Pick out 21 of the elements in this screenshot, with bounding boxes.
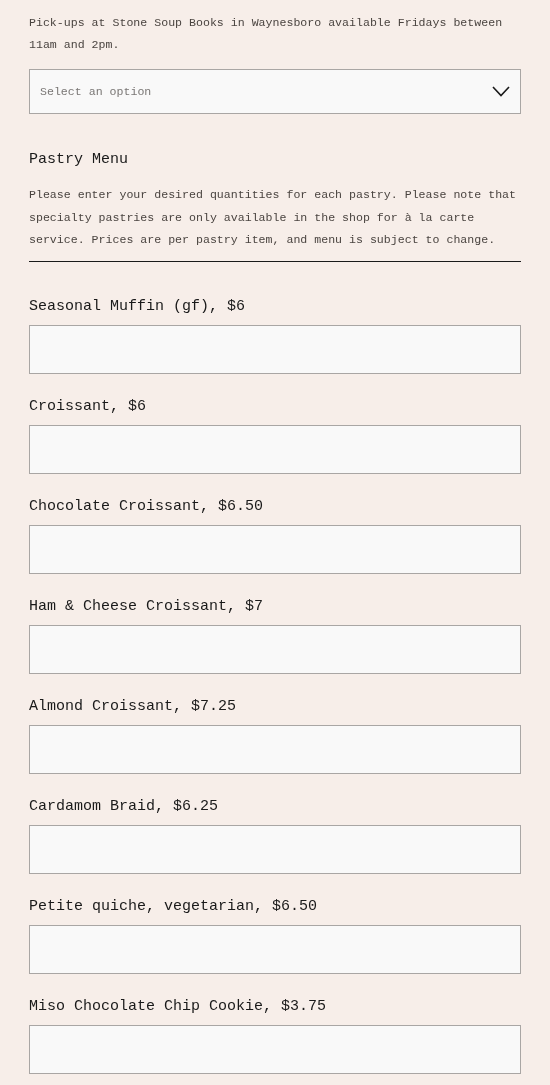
section-description: Please enter your desired quantities for each pastry. Please note that specialty pastries are only available in the shop for à la carte service. Prices are per pastry item, and menu is subject to change. bbox=[29, 184, 521, 262]
quantity-input[interactable] bbox=[29, 924, 521, 974]
field-label: Ham & Cheese Croissant, $7 bbox=[29, 596, 265, 617]
quantity-input[interactable] bbox=[29, 624, 521, 674]
field-label: Petite quiche, vegetarian, $6.50 bbox=[29, 896, 319, 917]
quantity-input[interactable] bbox=[29, 424, 521, 474]
pickup-note: Pick-ups at Stone Soup Books in Waynesboro available Fridays between 11am and 2pm. bbox=[29, 15, 504, 53]
quantity-input[interactable] bbox=[29, 724, 521, 774]
chevron-down-icon bbox=[492, 86, 510, 97]
section-title: Pastry Menu bbox=[29, 150, 130, 170]
pickup-select[interactable]: Select an option bbox=[29, 69, 521, 114]
field-label: Almond Croissant, $7.25 bbox=[29, 696, 238, 717]
quantity-input[interactable] bbox=[29, 324, 521, 374]
field-label: Seasonal Muffin (gf), $6 bbox=[29, 296, 247, 317]
quantity-input[interactable] bbox=[29, 1024, 521, 1074]
field-label: Cardamom Braid, $6.25 bbox=[29, 796, 220, 817]
field-label: Miso Chocolate Chip Cookie, $3.75 bbox=[29, 996, 328, 1017]
field-label: Chocolate Croissant, $6.50 bbox=[29, 496, 265, 517]
quantity-input[interactable] bbox=[29, 524, 521, 574]
field-label: Croissant, $6 bbox=[29, 396, 148, 417]
quantity-input[interactable] bbox=[29, 824, 521, 874]
